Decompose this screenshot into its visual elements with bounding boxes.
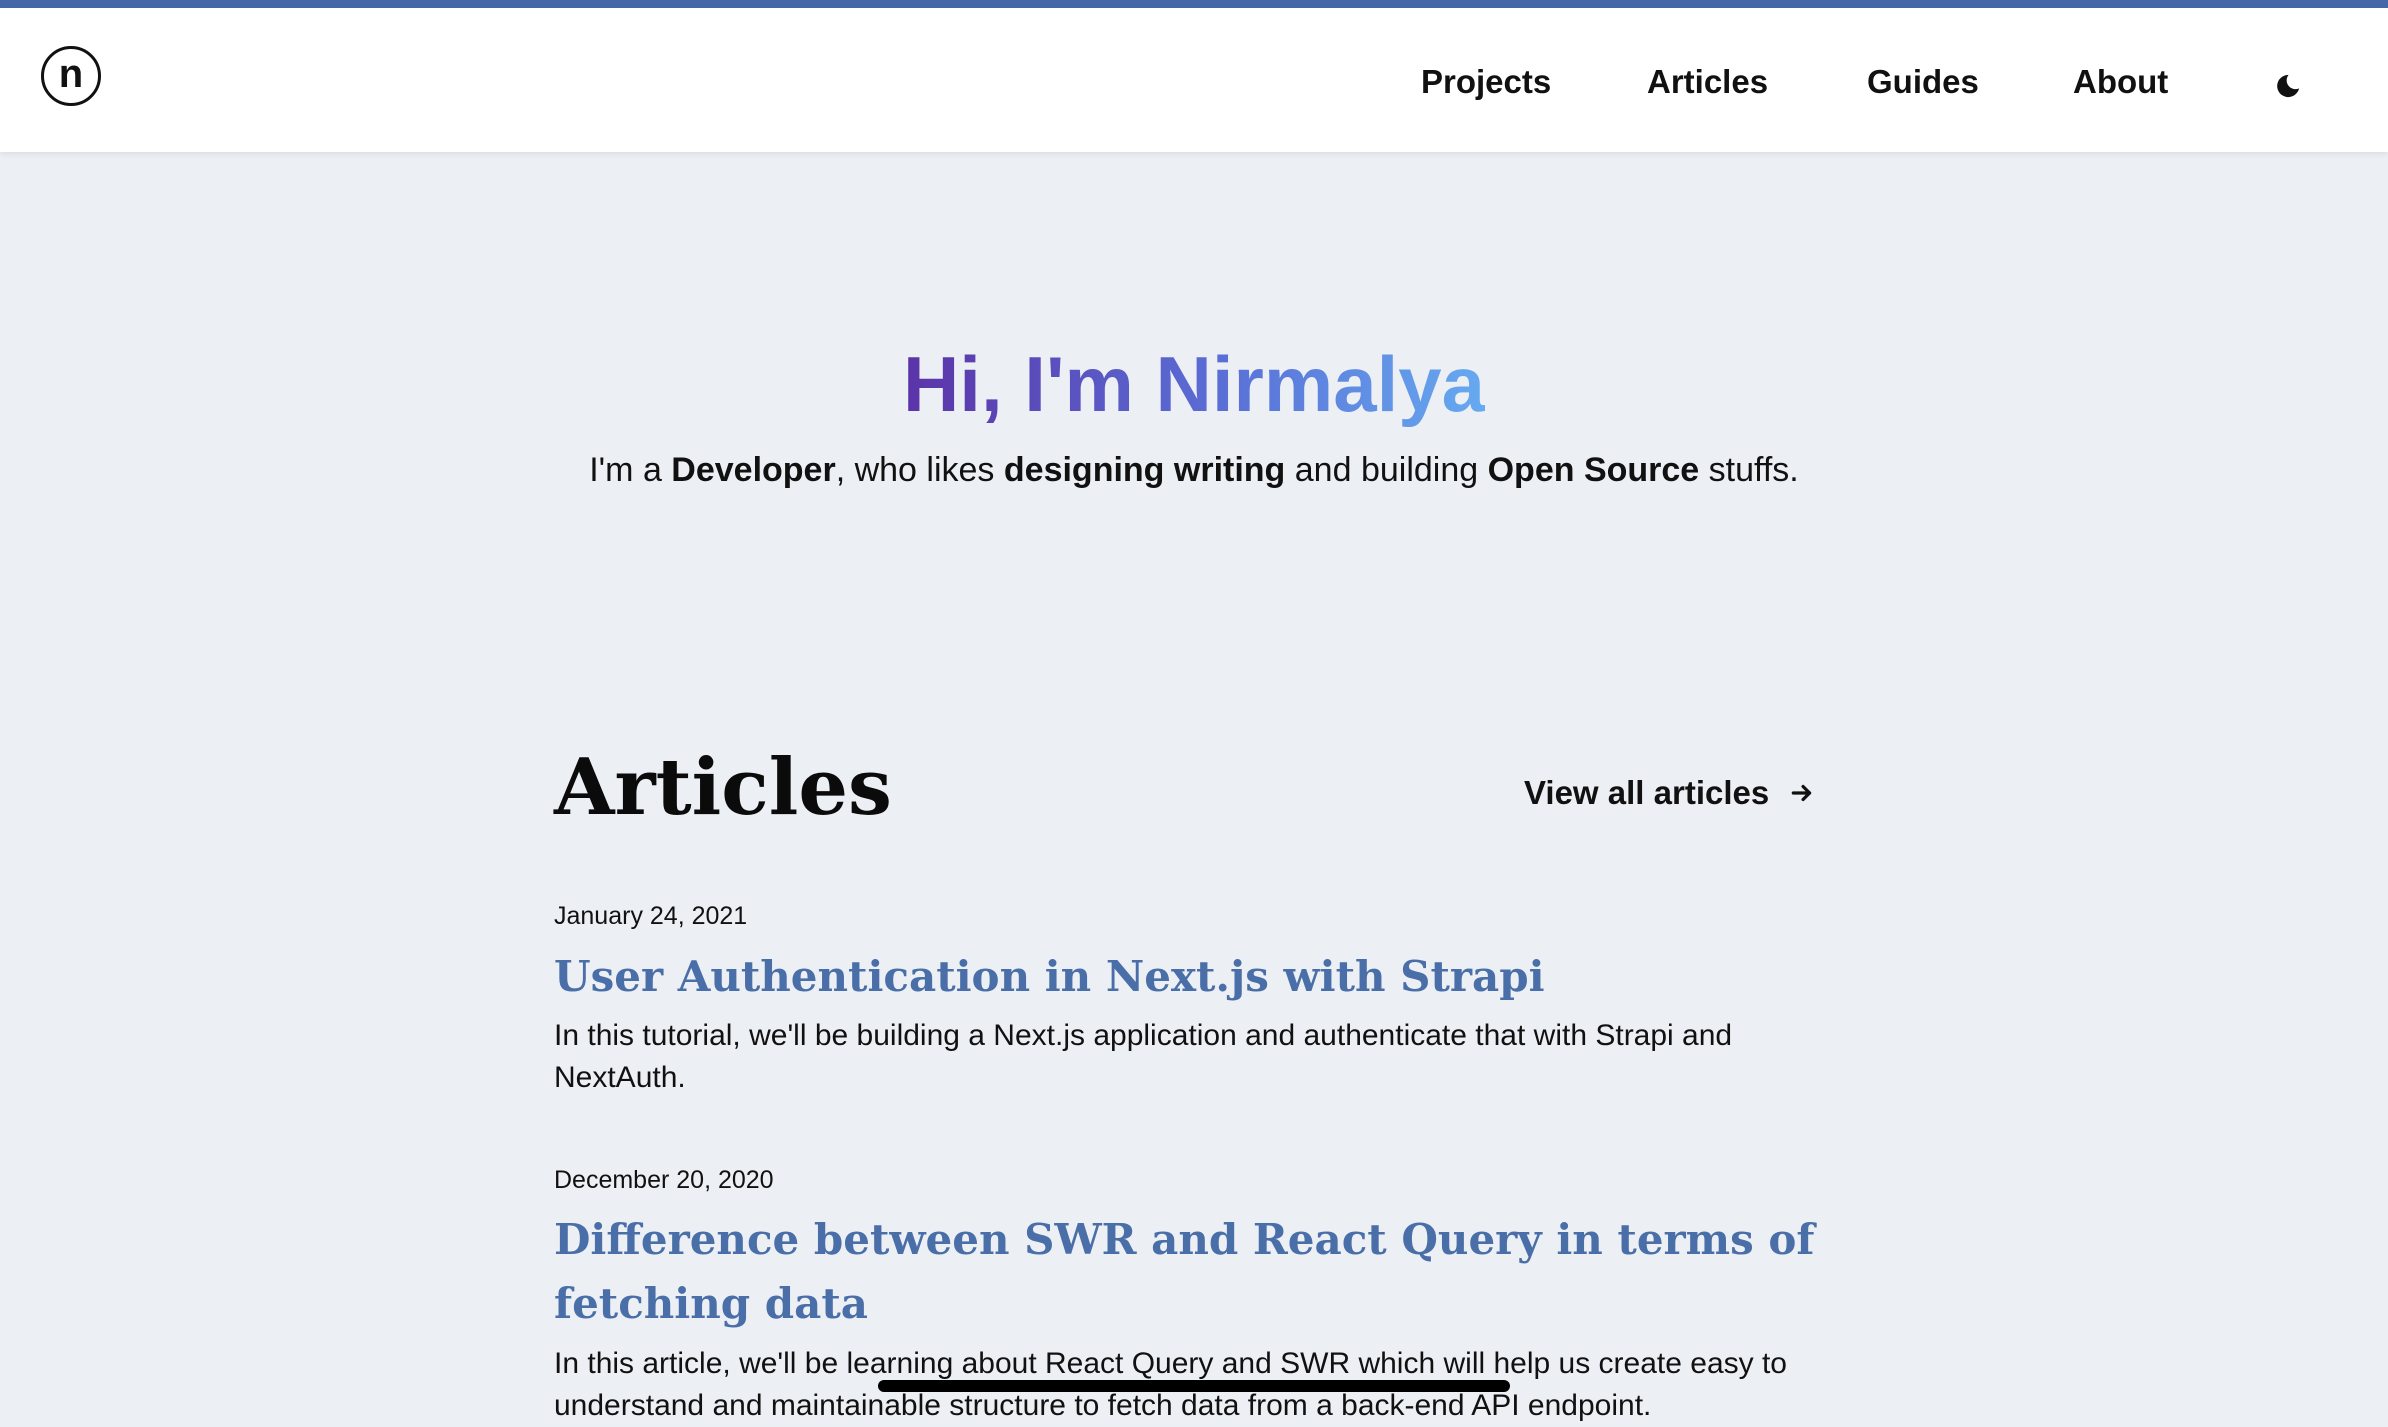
logo-home-link[interactable]: n (41, 46, 101, 106)
hero-subtitle-text: , who likes (835, 451, 1004, 489)
article-title-link[interactable]: User Authentication in Next.js with Stra… (554, 945, 1824, 1009)
article-date: January 24, 2021 (554, 902, 748, 930)
nav-articles[interactable]: Articles (1647, 62, 1768, 102)
nav-projects[interactable]: Projects (1421, 62, 1551, 102)
hero-subtitle-text: and building (1285, 451, 1488, 489)
hero-subtitle-highlight: designing writing (1003, 451, 1286, 489)
hero-subtitle-text: stuffs. (1699, 451, 1799, 489)
article-description: In this tutorial, we'll be building a Ne… (554, 1019, 1733, 1094)
hero-title-text: Hi, I'm Nirmalya (902, 340, 1486, 428)
top-accent-bar (0, 0, 2388, 8)
arrow-right-icon (1791, 784, 1812, 802)
nav-about[interactable]: About (2073, 62, 2168, 102)
hero-subtitle-text: I'm a (589, 451, 672, 489)
view-all-label: View all articles (1524, 774, 1770, 811)
scroll-indicator[interactable] (878, 1380, 1510, 1392)
articles-section-title: Articles (554, 742, 892, 833)
site-header: n Projects Articles Guides About (0, 8, 2388, 152)
moon-icon[interactable] (2274, 72, 2302, 100)
logo-letter: n (58, 52, 84, 96)
article-date: December 20, 2020 (554, 1166, 774, 1194)
nav-guides[interactable]: Guides (1867, 62, 1979, 102)
hero-subtitle-highlight: Developer (671, 451, 836, 489)
hero-title: Hi, I'm Nirmalya (0, 336, 2388, 432)
hero-subtitle: I'm a Developer, who likes designing wri… (0, 448, 2388, 492)
hero-subtitle-highlight: Open Source (1487, 451, 1700, 489)
view-all-articles-link[interactable]: View all articles (1524, 772, 1815, 814)
article-title-link[interactable]: Difference between SWR and React Query i… (554, 1208, 1824, 1336)
